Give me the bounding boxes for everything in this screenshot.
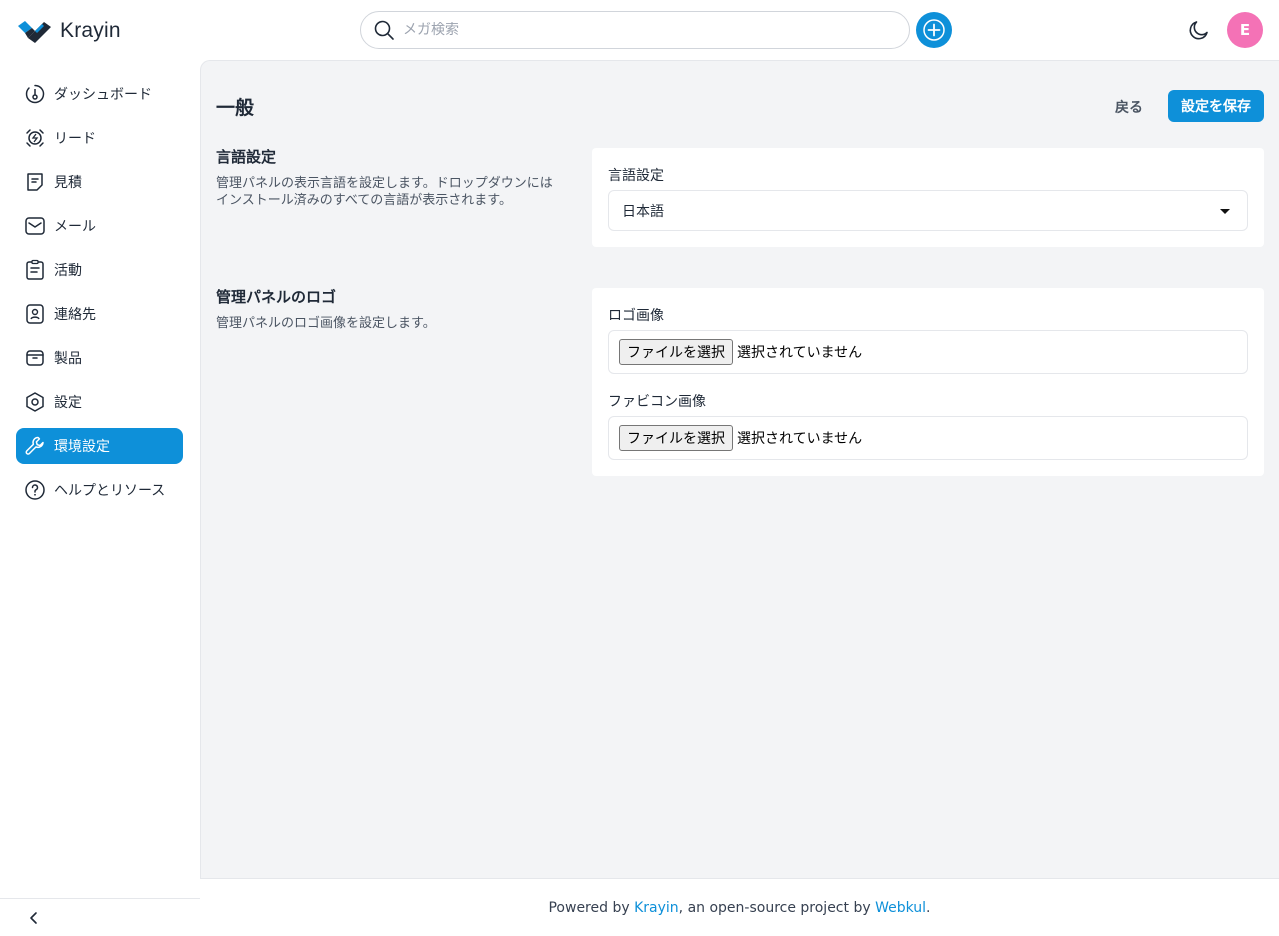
logo-section-description: 管理パネルのロゴ画像を設定します。 (216, 316, 436, 331)
sidebar-item-label: 見積 (54, 175, 82, 191)
brand-name: Krayin (60, 19, 121, 42)
sidebar-item-products[interactable]: 製品 (16, 340, 183, 376)
sidebar-item-settings[interactable]: 設定 (16, 384, 183, 420)
plus-icon (923, 19, 945, 41)
locale-section-description: 管理パネルの表示言語を設定します。ドロップダウンにはインストール済みのすべての言… (216, 176, 553, 208)
sidebar-item-leads[interactable]: リード (16, 120, 183, 156)
main-content: 一般 戻る 設定を保存 言語設定 管理パネルの表示言語を設定します。ドロップダウ… (200, 60, 1279, 878)
sidebar-item-label: メール (54, 219, 96, 235)
sidebar-item-label: 製品 (54, 351, 82, 367)
chevron-left-icon (30, 911, 37, 924)
footer-middle: , an open-source project by (678, 899, 871, 916)
sidebar-item-label: ダッシュボード (54, 87, 152, 103)
favicon-choose-file-button[interactable]: ファイルを選択 (619, 425, 733, 451)
contacts-icon (24, 303, 46, 325)
back-link[interactable]: 戻る (1115, 97, 1143, 117)
logo-file-status: 選択されていません (737, 345, 863, 361)
footer-prefix: Powered by (548, 899, 630, 916)
sidebar-item-activities[interactable]: 活動 (16, 252, 183, 288)
leads-icon (24, 127, 46, 149)
sidebar-item-label: 活動 (54, 263, 82, 279)
sidebar-item-label: 連絡先 (54, 307, 96, 323)
locale-selected-value: 日本語 (622, 203, 664, 220)
save-settings-button[interactable]: 設定を保存 (1168, 90, 1264, 122)
products-icon (24, 347, 46, 369)
user-avatar[interactable]: E (1227, 12, 1263, 48)
locale-section-title: 言語設定 (216, 148, 277, 166)
sidebar-item-help[interactable]: ヘルプとリソース (16, 472, 183, 508)
favicon-file-status: 選択されていません (737, 431, 863, 447)
krayin-logo-icon (18, 21, 51, 43)
collapse-sidebar-button[interactable] (0, 898, 200, 936)
sidebar-item-label: 環境設定 (54, 439, 110, 455)
wrench-icon (24, 435, 46, 457)
quick-create-button[interactable] (916, 12, 952, 48)
logo-card: ロゴ画像 ファイルを選択 選択されていません ファビコン画像 ファイルを選択 選… (592, 288, 1264, 476)
sidebar-item-label: ヘルプとリソース (54, 483, 166, 499)
moon-icon (1189, 21, 1208, 40)
favicon-file-input[interactable]: ファイルを選択 選択されていません (608, 416, 1248, 460)
dark-mode-toggle[interactable] (1186, 17, 1212, 43)
logo[interactable]: Krayin (18, 18, 121, 44)
webkul-link[interactable]: Webkul (875, 900, 926, 916)
quotes-icon (24, 171, 46, 193)
sidebar-item-label: リード (54, 131, 96, 147)
dashboard-icon (24, 83, 46, 105)
help-icon (24, 479, 46, 501)
sidebar-item-dashboard[interactable]: ダッシュボード (16, 76, 183, 112)
sidebar-item-configuration[interactable]: 環境設定 (16, 428, 183, 464)
settings-icon (24, 391, 46, 413)
sidebar-item-contacts[interactable]: 連絡先 (16, 296, 183, 332)
krayin-link[interactable]: Krayin (634, 900, 679, 916)
search-input[interactable] (403, 22, 883, 38)
footer: Powered by Krayin, an open-source projec… (200, 878, 1279, 936)
footer-suffix: . (926, 899, 931, 916)
locale-card: 言語設定 日本語 (592, 148, 1264, 247)
top-header: Krayin E (0, 0, 1279, 60)
caret-down-icon (1220, 209, 1230, 214)
logo-file-input[interactable]: ファイルを選択 選択されていません (608, 330, 1248, 374)
sidebar-item-mail[interactable]: メール (16, 208, 183, 244)
sidebar-item-label: 設定 (54, 395, 82, 411)
logo-image-label: ロゴ画像 (608, 308, 664, 324)
locale-field-label: 言語設定 (608, 168, 664, 184)
sidebar: ダッシュボード リード 見積 メール 活動 連絡先 製品 設定 環境設定 ヘルプ… (0, 60, 200, 936)
mail-icon (24, 215, 46, 237)
page-title: 一般 (216, 97, 255, 119)
locale-select[interactable]: 日本語 (608, 190, 1248, 231)
activities-icon (24, 259, 46, 281)
sidebar-item-quotes[interactable]: 見積 (16, 164, 183, 200)
mega-search[interactable] (360, 11, 910, 49)
search-icon (374, 20, 394, 40)
logo-choose-file-button[interactable]: ファイルを選択 (619, 339, 733, 365)
logo-section-title: 管理パネルのロゴ (216, 288, 337, 306)
favicon-image-label: ファビコン画像 (608, 394, 706, 410)
